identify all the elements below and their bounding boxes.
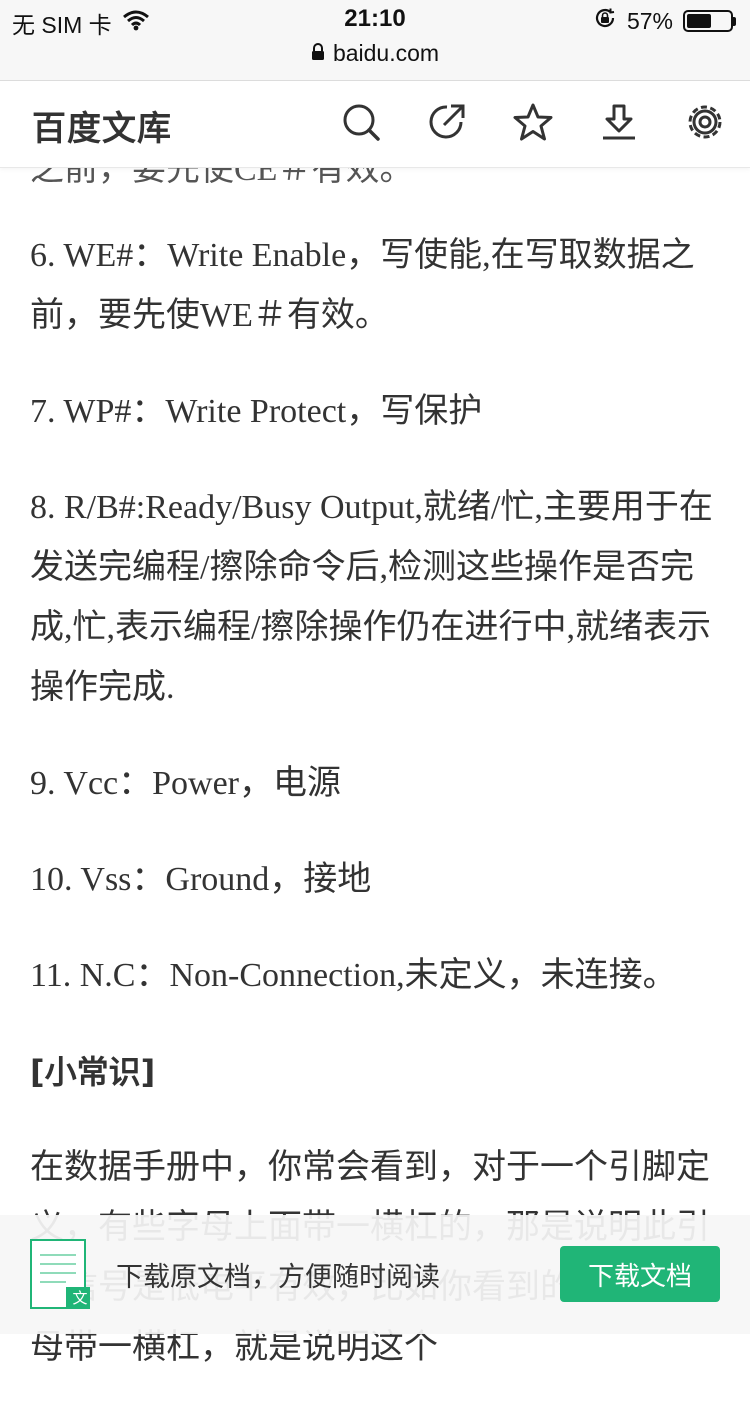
star-icon[interactable] xyxy=(510,99,556,145)
download-document-button[interactable]: 下载文档 xyxy=(560,1246,720,1302)
pin-item-rb: 8. R/B#:Ready/Busy Output,就绪/忙,主要用于在发送完编… xyxy=(30,489,713,706)
url-bar[interactable]: baidu.com xyxy=(0,40,750,67)
pin-item-vcc: 9. Vcc：Power，电源 xyxy=(30,765,341,802)
battery-percent: 57% xyxy=(626,7,673,34)
battery-fill xyxy=(687,14,711,28)
status-right: 57% xyxy=(593,6,736,36)
battery-icon xyxy=(683,10,736,32)
section-title: [小常识] xyxy=(30,1053,156,1091)
rotation-lock-icon xyxy=(593,6,617,36)
download-bar: 文 下载原文档，方便随时阅读 下载文档 xyxy=(0,1215,750,1334)
lock-icon xyxy=(311,40,325,67)
share-icon[interactable] xyxy=(424,99,470,145)
download-prompt-text: 下载原文档，方便随时阅读 xyxy=(116,1262,440,1293)
pin-item-wp: 7. WP#：Write Protect，写保护 xyxy=(30,393,483,430)
pin-item-vss: 10. Vss：Ground，接地 xyxy=(30,861,372,898)
url-text: baidu.com xyxy=(332,40,440,66)
header-toolbar xyxy=(338,99,728,145)
pin-item-nc: 11. N.C：Non-Connection,未定义，未连接。 xyxy=(30,957,677,994)
app-header: 百度文库 xyxy=(0,81,750,168)
doc-badge-label: 文 xyxy=(72,1289,88,1307)
status-bar: 无 SIM 卡 21:10 baidu.com 57% xyxy=(0,0,750,81)
document-file-icon: 文 xyxy=(30,1239,90,1309)
pin-item-we: 6. WE#：Write Enable，写使能,在写取数据之前，要先使WE＃有效… xyxy=(30,237,695,334)
app-title[interactable]: 百度文库 xyxy=(32,101,172,150)
download-icon[interactable] xyxy=(596,99,642,145)
search-icon[interactable] xyxy=(338,99,384,145)
settings-icon[interactable] xyxy=(682,99,728,145)
